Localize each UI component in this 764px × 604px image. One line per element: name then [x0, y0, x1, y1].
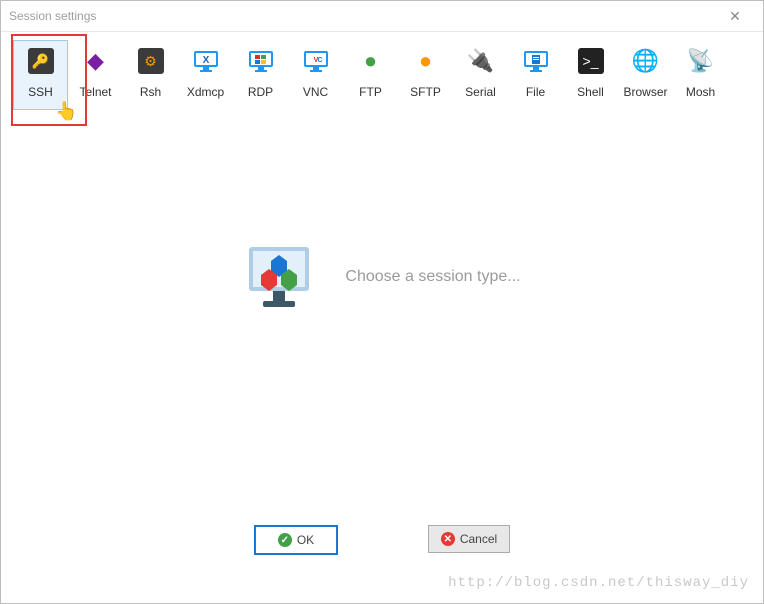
- ssh-icon: 🔑: [27, 47, 55, 75]
- dialog-buttons: ✓ OK ✕ Cancel: [1, 525, 763, 555]
- ftp-icon: ●: [357, 47, 385, 75]
- session-type-ftp[interactable]: ● FTP: [343, 40, 398, 110]
- rdp-icon: [247, 47, 275, 75]
- sftp-icon: ●: [412, 47, 440, 75]
- session-type-vnc[interactable]: VC VNC: [288, 40, 343, 110]
- session-type-label: File: [526, 85, 545, 99]
- session-type-toolbar: 🔑 SSH ◆ Telnet ⚙ Rsh X Xdmcp RDP VC VNC ● FTP ● SFTP 🔌 S…: [1, 32, 763, 110]
- session-type-label: Serial: [465, 85, 496, 99]
- session-type-rsh[interactable]: ⚙ Rsh: [123, 40, 178, 110]
- session-type-serial[interactable]: 🔌 Serial: [453, 40, 508, 110]
- ok-button[interactable]: ✓ OK: [254, 525, 338, 555]
- title-bar: Session settings ✕: [1, 1, 763, 32]
- session-type-label: Shell: [577, 85, 604, 99]
- session-type-xdmcp[interactable]: X Xdmcp: [178, 40, 233, 110]
- session-type-label: Rsh: [140, 85, 161, 99]
- session-type-label: RDP: [248, 85, 273, 99]
- session-type-label: FTP: [359, 85, 382, 99]
- session-type-sftp[interactable]: ● SFTP: [398, 40, 453, 110]
- session-illustration-icon: [243, 241, 315, 313]
- ok-check-icon: ✓: [278, 533, 292, 547]
- session-type-ssh[interactable]: 🔑 SSH: [13, 40, 68, 110]
- cancel-button[interactable]: ✕ Cancel: [428, 525, 510, 553]
- session-type-browser[interactable]: 🌐 Browser: [618, 40, 673, 110]
- telnet-icon: ◆: [82, 47, 110, 75]
- session-type-shell[interactable]: >_ Shell: [563, 40, 618, 110]
- xdmcp-icon: X: [192, 47, 220, 75]
- window-title: Session settings: [9, 1, 96, 31]
- center-prompt: Choose a session type...: [1, 241, 763, 313]
- serial-icon: 🔌: [467, 47, 495, 75]
- file-icon: [522, 47, 550, 75]
- session-type-label: Browser: [623, 85, 667, 99]
- session-type-telnet[interactable]: ◆ Telnet: [68, 40, 123, 110]
- rsh-icon: ⚙: [137, 47, 165, 75]
- watermark-text: http://blog.csdn.net/thisway_diy: [448, 575, 749, 591]
- session-type-label: SFTP: [410, 85, 441, 99]
- session-type-label: Mosh: [686, 85, 715, 99]
- shell-icon: >_: [577, 47, 605, 75]
- svg-text:X: X: [202, 55, 209, 66]
- vnc-icon: VC: [302, 47, 330, 75]
- session-settings-window: Session settings ✕ 🔑 SSH ◆ Telnet ⚙ Rsh X Xdmcp…: [0, 0, 764, 604]
- session-type-label: VNC: [303, 85, 328, 99]
- svg-text:C: C: [317, 57, 322, 64]
- cancel-x-icon: ✕: [441, 532, 455, 546]
- session-type-label: Xdmcp: [187, 85, 224, 99]
- session-type-file[interactable]: File: [508, 40, 563, 110]
- session-type-label: Telnet: [79, 85, 111, 99]
- session-type-mosh[interactable]: 📡 Mosh: [673, 40, 728, 110]
- cancel-label: Cancel: [460, 532, 497, 546]
- center-message: Choose a session type...: [345, 268, 520, 286]
- close-icon[interactable]: ✕: [715, 1, 755, 31]
- mosh-icon: 📡: [687, 47, 715, 75]
- browser-icon: 🌐: [632, 47, 660, 75]
- session-type-rdp[interactable]: RDP: [233, 40, 288, 110]
- session-type-label: SSH: [28, 85, 53, 99]
- ok-label: OK: [297, 533, 314, 547]
